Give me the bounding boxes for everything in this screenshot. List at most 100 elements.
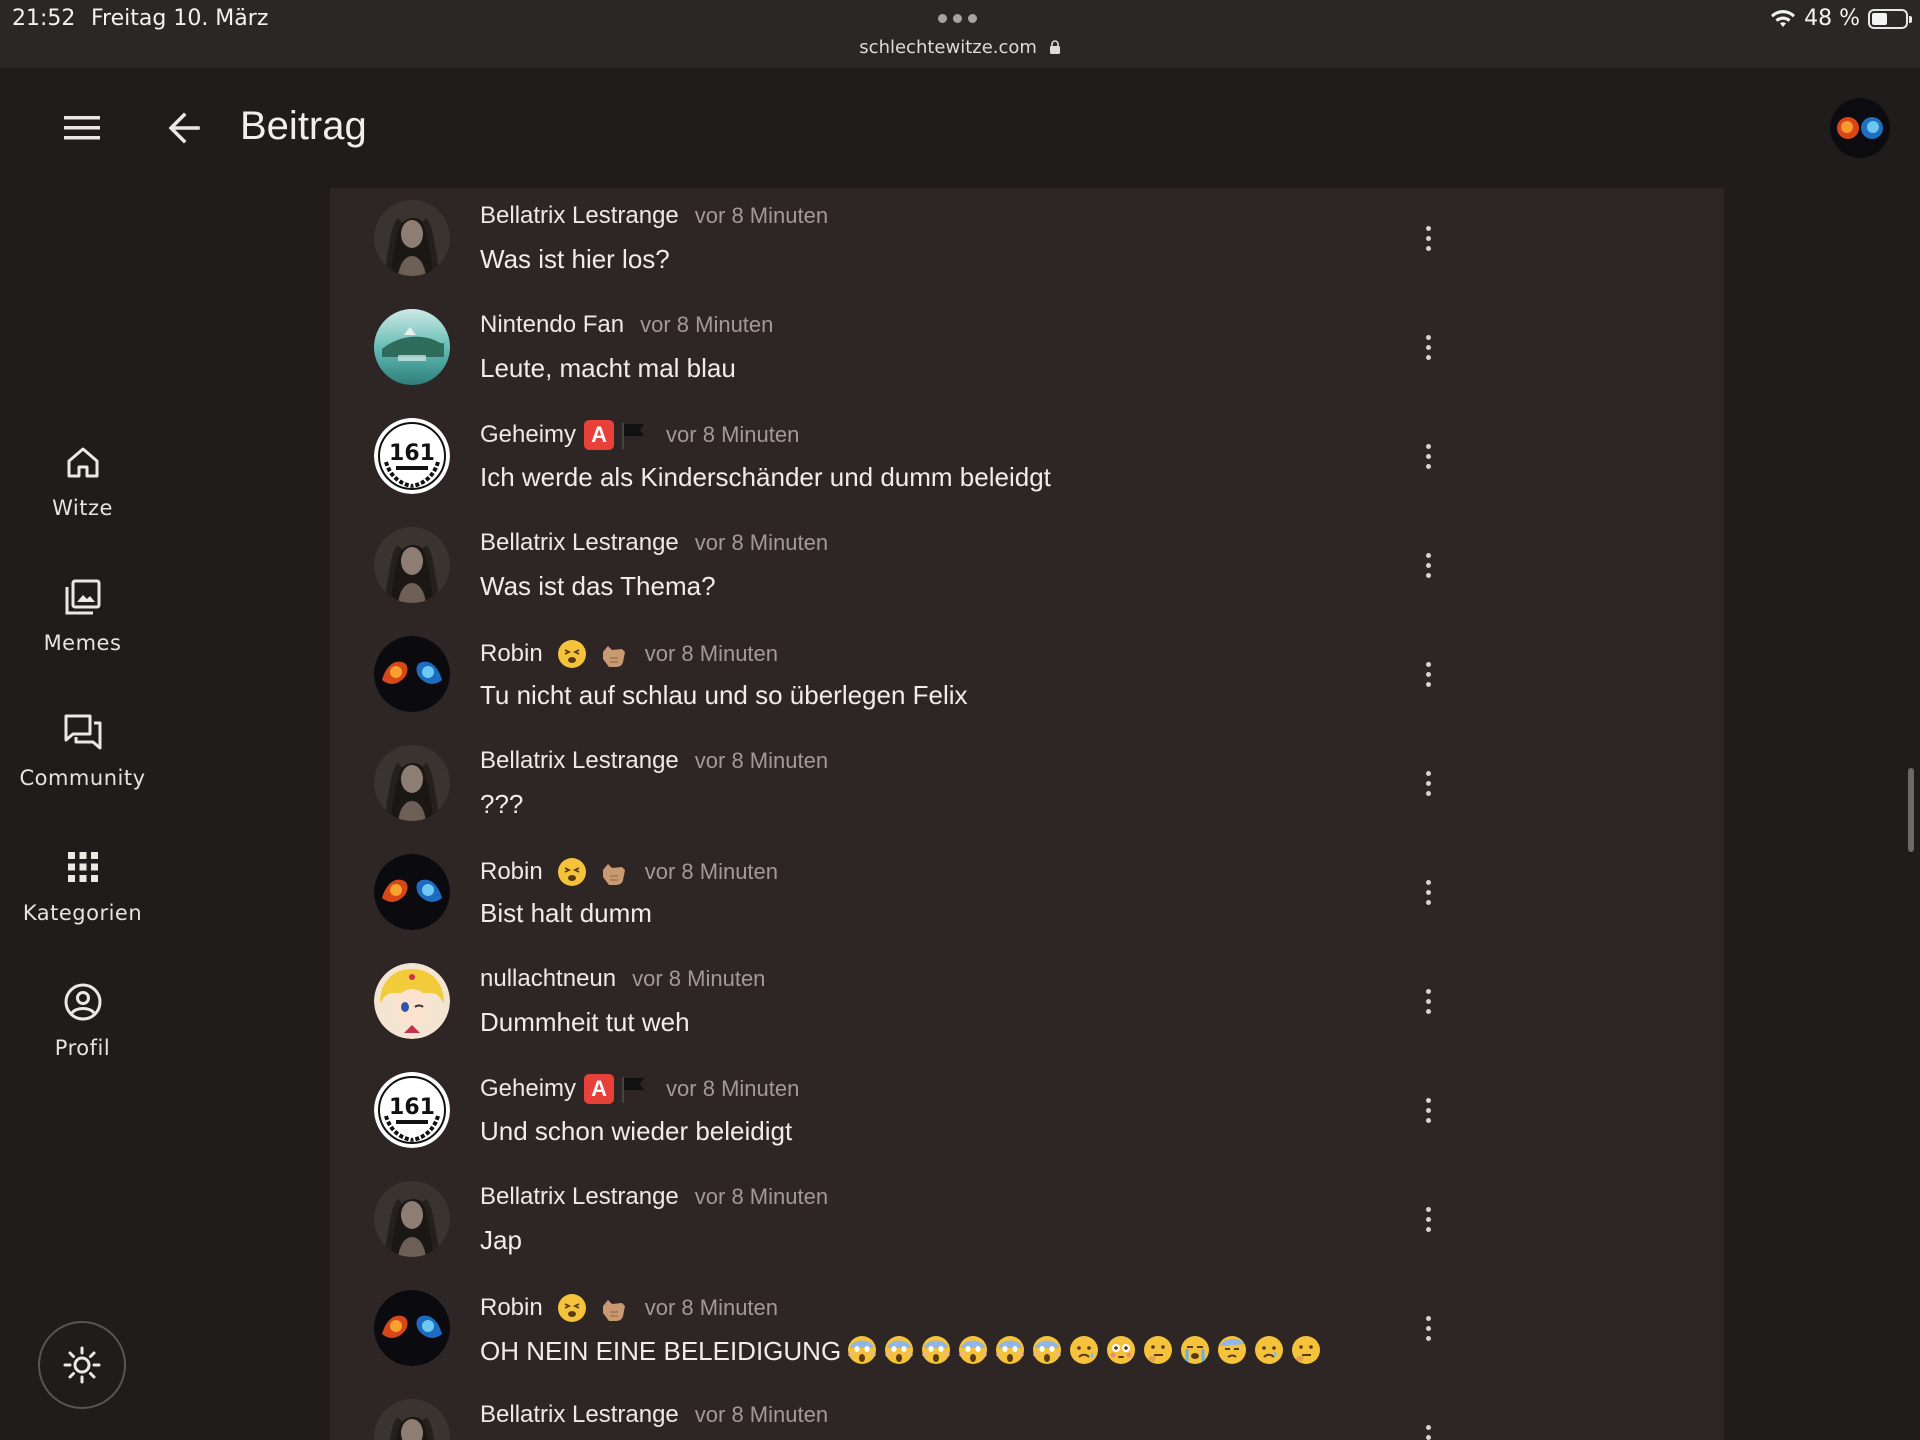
comment-author[interactable]: nullachtneun (480, 965, 616, 993)
more-options-button[interactable] (1410, 1417, 1446, 1440)
comment-author[interactable]: Nintendo Fan (480, 311, 624, 339)
user-avatar[interactable] (374, 527, 450, 603)
user-avatar[interactable] (374, 1290, 450, 1366)
comment-timestamp: vor 8 Minuten (640, 312, 774, 337)
crying-face-emoji (1255, 1336, 1284, 1364)
status-time: 21:52 (12, 6, 76, 31)
screaming-face-emoji (996, 1336, 1025, 1364)
comment-author[interactable]: Bellatrix Lestrange (480, 1401, 679, 1429)
account-circle-icon (64, 983, 101, 1021)
forum-icon (64, 714, 101, 750)
nav-item-witze[interactable]: Witze (0, 434, 165, 554)
more-options-button[interactable] (1410, 327, 1446, 367)
comment-author[interactable]: Robin (480, 858, 543, 886)
a-button-emoji: A (584, 420, 615, 450)
tired-face-emoji (557, 640, 586, 668)
thinking-face-emoji (1292, 1336, 1321, 1364)
call-me-hand-emoji (602, 1300, 625, 1321)
comment-header: Bellatrix Lestrange vor 8 Minuten (480, 1401, 828, 1429)
black-flag-emoji (622, 1077, 645, 1103)
tired-face-emoji (557, 858, 586, 886)
theme-toggle-button[interactable] (38, 1321, 126, 1409)
user-avatar[interactable] (374, 1181, 450, 1257)
comment-item: Robin vor 8 Minuten OH NEIN EINE BELEIDIGU… (330, 1278, 1724, 1387)
account-avatar[interactable] (1830, 98, 1890, 158)
scrollbar[interactable] (1908, 768, 1914, 852)
nav-label-profil: Profil (54, 1036, 111, 1060)
user-avatar[interactable] (374, 1399, 450, 1440)
more-options-button[interactable] (1410, 872, 1446, 912)
screaming-face-emoji (885, 1336, 914, 1364)
comment-timestamp: vor 8 Minuten (694, 1184, 829, 1209)
comment-text: Dummheit tut weh (480, 1007, 690, 1038)
comment-timestamp: vor 8 Minuten (632, 966, 766, 991)
comment-timestamp: vor 8 Minuten (644, 1295, 779, 1320)
user-avatar[interactable] (374, 309, 450, 385)
more-options-button[interactable] (1410, 545, 1446, 585)
sun-icon (63, 1346, 101, 1384)
svg-text:161: 161 (389, 441, 435, 466)
user-avatar[interactable]: 161 (374, 1072, 450, 1148)
comment-text-content: Und schon wieder beleidigt (480, 1116, 793, 1146)
more-options-button[interactable] (1410, 1090, 1446, 1130)
nav-item-profil[interactable]: Profil (0, 974, 165, 1094)
a-button-emoji: A (584, 1074, 615, 1104)
hamburger-menu-icon (64, 116, 100, 140)
comment-text-content: Leute, macht mal blau (480, 353, 736, 383)
comment-item: Robin vor 8 Minuten Bist halt dumm (330, 842, 1724, 951)
more-options-button[interactable] (1410, 981, 1446, 1021)
comment-author[interactable]: Geheimy (480, 421, 576, 449)
more-options-button[interactable] (1410, 218, 1446, 258)
user-avatar[interactable] (374, 636, 450, 712)
comment-header: Robin vor 8 Minuten (480, 638, 778, 670)
menu-button[interactable] (58, 110, 106, 146)
comment-text-content: Bist halt dumm (480, 898, 652, 928)
more-options-button[interactable] (1410, 1308, 1446, 1348)
user-avatar[interactable] (374, 854, 450, 930)
user-avatar[interactable] (374, 745, 450, 821)
thinking-face-emoji (1144, 1336, 1173, 1364)
comment-text-content: OH NEIN EINE BELEIDIGUNG (480, 1336, 842, 1366)
comment-header: Bellatrix Lestrange vor 8 Minuten (480, 529, 828, 557)
user-avatar[interactable]: 161 (374, 418, 450, 494)
comment-item: Robin vor 8 Minuten Tu nicht auf schlau un… (330, 624, 1724, 733)
comment-text-content: Was ist das Thema? (480, 571, 716, 601)
multitasking-dots-icon[interactable] (938, 14, 977, 23)
more-options-button[interactable] (1410, 763, 1446, 803)
comment-text: Jap (480, 1225, 522, 1256)
comment-text: Leute, macht mal blau (480, 353, 736, 384)
nav-item-community[interactable]: Community (0, 704, 165, 824)
comment-text: Was ist hier los? (480, 244, 670, 275)
nav-item-memes[interactable]: Memes (0, 569, 165, 689)
comment-timestamp: vor 8 Minuten (694, 1402, 829, 1427)
comment-author[interactable]: Geheimy (480, 1075, 576, 1103)
comment-author[interactable]: Bellatrix Lestrange (480, 529, 679, 557)
loudly-crying-face-emoji (1181, 1336, 1210, 1364)
address-bar[interactable]: schlechtewitze.com (0, 37, 1920, 58)
tired-face-emoji (557, 1294, 586, 1322)
screaming-face-emoji (1033, 1336, 1062, 1364)
arrow-left-icon (168, 112, 200, 144)
user-badges (551, 638, 629, 670)
nav-item-kategorien[interactable]: Kategorien (0, 839, 165, 959)
comment-author[interactable]: Robin (480, 640, 543, 668)
comment-text-content: Jap (480, 1225, 522, 1255)
comment-author[interactable]: Robin (480, 1294, 543, 1322)
comment-header: Robin vor 8 Minuten (480, 856, 778, 888)
user-avatar[interactable] (374, 200, 450, 276)
comment-author[interactable]: Bellatrix Lestrange (480, 747, 679, 775)
comment-author[interactable]: Bellatrix Lestrange (480, 1183, 679, 1211)
nav-label-kategorien: Kategorien (22, 901, 143, 925)
back-button[interactable] (162, 106, 210, 150)
comment-header: Bellatrix Lestrange vor 8 Minuten (480, 202, 828, 230)
more-options-button[interactable] (1410, 1199, 1446, 1239)
more-options-button[interactable] (1410, 436, 1446, 476)
comment-author[interactable]: Bellatrix Lestrange (480, 202, 679, 230)
comment-item: Bellatrix Lestrange vor 8 Minuten Was ist … (330, 188, 1724, 297)
comment-timestamp: vor 8 Minuten (666, 422, 800, 447)
wifi-icon (1771, 9, 1796, 27)
user-avatar[interactable] (374, 963, 450, 1039)
comment-text: Ich werde als Kinderschänder und dumm be… (480, 462, 1051, 493)
more-options-button[interactable] (1410, 654, 1446, 694)
page-title: Beitrag (240, 104, 367, 148)
